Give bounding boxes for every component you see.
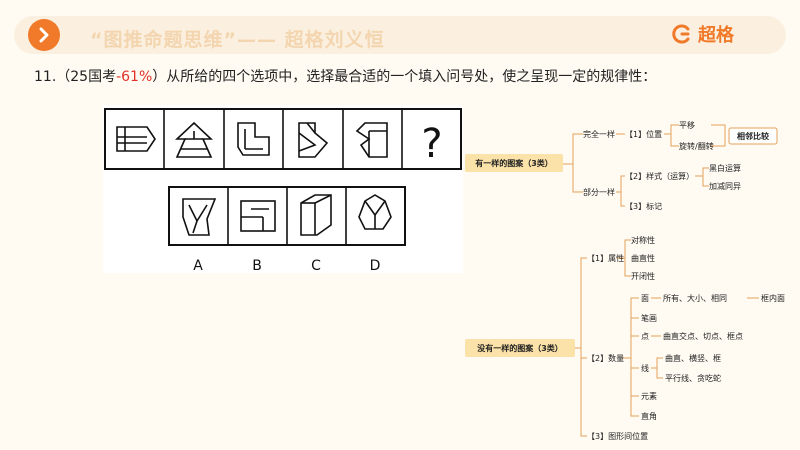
- stroke-label: 笔画: [641, 313, 657, 323]
- brand-icon: [672, 24, 690, 44]
- partial-same-label: 部分一样: [583, 187, 615, 197]
- full-same-label: 完全一样: [583, 129, 615, 139]
- rotate-flip-label: 旋转/翻转: [679, 141, 714, 151]
- brand-logo: 超格: [672, 21, 734, 47]
- bw-calc-label: 黑白运算: [709, 163, 741, 173]
- question-suffix: ）从所给的四个选项中，选择最合适的一个填入问号处，使之呈现一定的规律性：: [152, 69, 657, 85]
- header-title: “图推命题思维”—— 超格刘义恒: [90, 29, 385, 51]
- question-text: 11.（25国考-61%）从所给的四个选项中，选择最合适的一个填入问号处，使之呈…: [34, 66, 656, 86]
- openness-label: 开闭性: [631, 271, 655, 281]
- question-figure-2: [174, 121, 214, 158]
- option-figure-b: [240, 200, 276, 232]
- question-prefix: （25国考: [56, 69, 117, 85]
- line-label: 线: [641, 363, 649, 373]
- chevron-right-icon[interactable]: [28, 19, 60, 51]
- option-figure-a: [182, 198, 217, 236]
- point-label: 点: [641, 332, 649, 341]
- symmetry-label: 对称性: [631, 235, 655, 245]
- puzzle-figure: ? A B C D: [104, 108, 462, 274]
- question-figure-5: [355, 122, 388, 158]
- question-number: 11.: [34, 69, 57, 85]
- no-pattern-root-label: 没有一样的图案（3类）: [477, 343, 563, 353]
- relation-label: 【3】图形间位置: [587, 431, 648, 441]
- question-figure-3: [237, 122, 270, 156]
- option-figure-d: [358, 194, 392, 230]
- line-detail-1: 曲直、横竖、框: [665, 353, 721, 363]
- element-label: 元素: [641, 391, 657, 401]
- puzzle-panel: ? A B C D: [103, 105, 463, 274]
- right-angle-label: 直角: [641, 411, 657, 421]
- add-sub-label: 加减同异: [709, 181, 741, 191]
- option-label-d[interactable]: D: [370, 258, 381, 274]
- inner-face-label: 框内面: [761, 293, 785, 303]
- attr-label: 【1】属性: [587, 253, 624, 263]
- style-label: 【2】样式（运算）: [625, 171, 694, 181]
- curvature-label: 曲直性: [631, 253, 655, 263]
- position-label: 【1】位置: [625, 129, 662, 139]
- count-label: 【2】数量: [587, 353, 624, 363]
- face-detail-label: 所有、大小、相同: [663, 293, 727, 303]
- option-figure-c: [300, 194, 332, 236]
- option-label-a[interactable]: A: [193, 258, 203, 274]
- mindmap: 有一样的图案（3类） 完全一样 【1】位置 平移 旋转/翻转 相邻比较 部分一样…: [465, 120, 785, 441]
- same-pattern-root-label: 有一样的图案（3类）: [475, 158, 553, 168]
- point-detail-label: 曲直交点、切点、框点: [663, 331, 743, 341]
- question-figure-1: [116, 126, 156, 152]
- option-label-c[interactable]: C: [311, 258, 321, 274]
- adjacent-compare-label: 相邻比较: [737, 131, 769, 141]
- brand-name: 超格: [698, 25, 734, 46]
- mark-label: 【3】标记: [625, 201, 662, 211]
- question-mark: ?: [421, 121, 442, 167]
- face-label: 面: [641, 294, 649, 303]
- option-label-b[interactable]: B: [252, 258, 262, 274]
- translate-label: 平移: [679, 120, 695, 130]
- question-rate: -61%: [116, 69, 153, 85]
- line-detail-2: 平行线、贪吃蛇: [665, 373, 721, 383]
- question-figure-4: [298, 122, 329, 158]
